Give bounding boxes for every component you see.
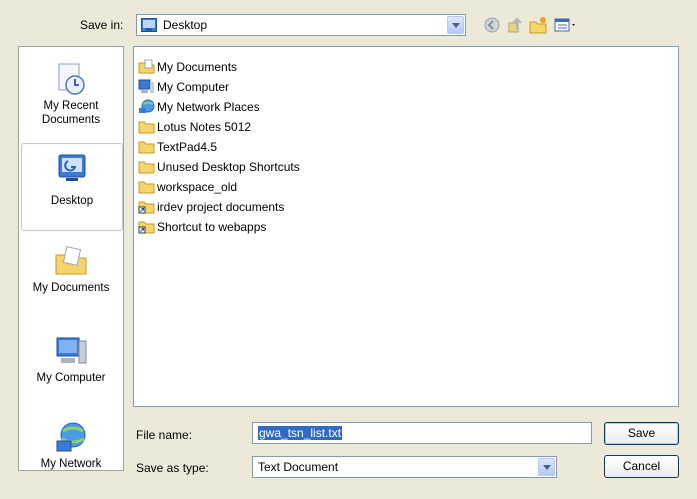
save-as-type-value: Text Document [258, 460, 339, 474]
list-item[interactable]: Unused Desktop Shortcuts [138, 157, 300, 176]
chevron-down-icon[interactable] [447, 16, 464, 34]
save-as-type-dropdown[interactable]: Text Document [252, 456, 557, 478]
place-label: My Documents [32, 282, 110, 294]
place-label: My Network [40, 458, 102, 470]
file-name: Shortcut to webapps [157, 219, 267, 234]
computer-icon [138, 79, 154, 93]
recent-documents-icon [58, 63, 85, 95]
file-list[interactable]: My Documents My Computer My Network Plac… [133, 46, 679, 407]
back-icon[interactable] [482, 15, 502, 35]
file-name: Lotus Notes 5012 [157, 119, 252, 134]
list-item[interactable]: My Documents [138, 57, 237, 76]
file-name: My Computer [157, 79, 230, 94]
list-item[interactable]: Lotus Notes 5012 [138, 117, 251, 136]
place-my-recent-documents[interactable]: My Recent Documents [21, 55, 121, 141]
place-my-documents[interactable]: My Documents [21, 237, 121, 323]
network-places-icon [139, 99, 155, 113]
file-name: TextPad4.5 [157, 139, 218, 154]
my-documents-icon [55, 246, 87, 275]
place-label: My Recent Documents [41, 100, 101, 126]
cancel-button[interactable]: Cancel [604, 455, 679, 478]
file-name: Unused Desktop Shortcuts [157, 159, 300, 174]
place-desktop[interactable]: Desktop [21, 143, 123, 231]
desktop-icon [58, 154, 86, 181]
list-item[interactable]: irdev project documents [138, 197, 284, 216]
list-item[interactable]: workspace_old [138, 177, 237, 196]
views-menu-icon[interactable] [553, 15, 579, 35]
folder-icon [138, 181, 155, 194]
save-in-dropdown[interactable]: Desktop [136, 14, 466, 36]
chevron-down-icon[interactable] [538, 458, 555, 476]
file-name-input[interactable]: gwa_tsn_list.txt [252, 422, 592, 444]
places-bar: My Recent Documents Desktop My Documents… [18, 46, 124, 471]
file-name-value: gwa_tsn_list.txt [258, 426, 343, 440]
desktop-folder-icon [141, 18, 157, 32]
file-name: My Network Places [157, 99, 260, 114]
save-button[interactable]: Save [604, 422, 679, 445]
save-as-type-label: Save as type: [136, 461, 209, 475]
folder-icon [138, 141, 155, 154]
file-name: workspace_old [157, 179, 238, 194]
list-item[interactable]: TextPad4.5 [138, 137, 217, 156]
place-my-computer[interactable]: My Computer [21, 327, 121, 413]
list-item[interactable]: Shortcut to webapps [138, 217, 266, 236]
shortcut-folder-icon [138, 221, 155, 234]
file-name: irdev project documents [157, 199, 285, 214]
place-my-network[interactable]: My Network [21, 413, 121, 499]
my-network-icon [56, 422, 86, 452]
new-folder-icon[interactable] [528, 15, 548, 35]
save-in-value: Desktop [163, 18, 208, 32]
place-label: My Computer [36, 372, 106, 384]
up-one-level-icon[interactable] [505, 15, 525, 35]
folder-icon [138, 161, 155, 174]
shortcut-folder-icon [138, 201, 155, 214]
save-in-label: Save in: [80, 18, 124, 32]
documents-folder-icon [138, 59, 155, 74]
place-label: Desktop [50, 195, 94, 207]
folder-icon [138, 121, 155, 134]
list-item[interactable]: My Network Places [138, 97, 260, 116]
file-name: My Documents [157, 59, 238, 74]
my-computer-icon [56, 337, 87, 364]
list-item[interactable]: My Computer [138, 77, 229, 96]
file-name-label: File name: [136, 428, 193, 442]
